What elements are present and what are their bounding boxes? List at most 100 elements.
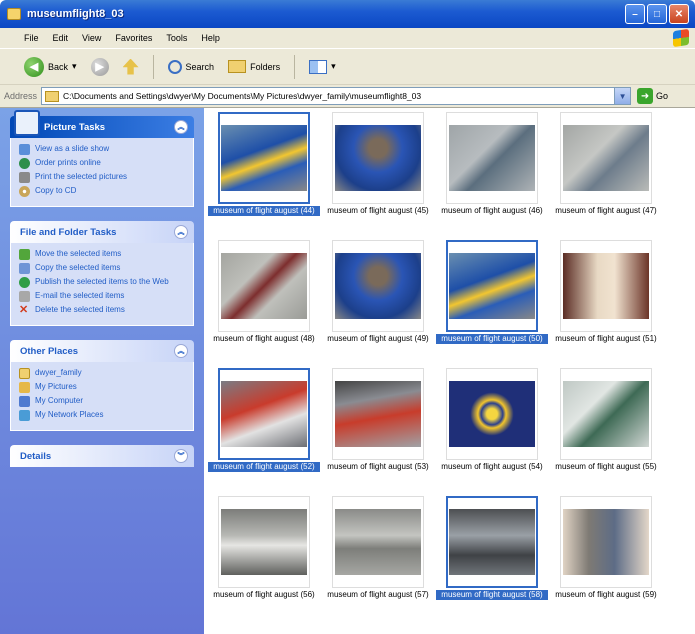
place-dwyer-family[interactable]: dwyer_family	[19, 368, 185, 379]
thumbnail-frame	[218, 240, 310, 332]
thumbnail-item[interactable]: museum of flight august (47)	[550, 112, 662, 216]
thumbnail-item[interactable]: museum of flight august (46)	[436, 112, 548, 216]
go-button[interactable]: ➜ Go	[637, 88, 668, 104]
folder-icon	[45, 90, 60, 102]
place-my-pictures[interactable]: My Pictures	[19, 382, 185, 393]
task-copy-items[interactable]: Copy the selected items	[19, 263, 185, 274]
thumbnail-item[interactable]: museum of flight august (55)	[550, 368, 662, 472]
task-label: Move the selected items	[35, 249, 122, 258]
menu-edit[interactable]: Edit	[53, 33, 69, 43]
task-view-slideshow[interactable]: View as a slide show	[19, 144, 185, 155]
task-delete-items[interactable]: ✕ Delete the selected items	[19, 305, 185, 316]
thumbnail-label: museum of flight august (45)	[327, 206, 429, 215]
back-dropdown-icon[interactable]: ▾	[72, 61, 77, 72]
pictures-folder-icon	[19, 382, 30, 393]
menu-help[interactable]: Help	[201, 33, 220, 43]
task-label: Copy to CD	[35, 186, 77, 195]
back-button[interactable]: ◀ Back ▾	[20, 55, 81, 79]
address-bar: Address C:\Documents and Settings\dwyer\…	[0, 84, 695, 108]
address-input[interactable]: C:\Documents and Settings\dwyer\My Docum…	[41, 87, 632, 105]
menu-favorites[interactable]: Favorites	[115, 33, 152, 43]
other-places-header[interactable]: Other Places ︽	[10, 340, 194, 362]
menu-view[interactable]: View	[82, 33, 101, 43]
picture-tasks-icon	[14, 110, 40, 136]
task-label: Delete the selected items	[35, 305, 125, 314]
slideshow-icon	[19, 144, 30, 155]
picture-tasks-header[interactable]: Picture Tasks ︽	[10, 110, 194, 138]
task-print-pictures[interactable]: Print the selected pictures	[19, 172, 185, 183]
place-my-network[interactable]: My Network Places	[19, 410, 185, 421]
toolbar: ◀ Back ▾ ▶ Search Folders ▾	[0, 48, 695, 84]
task-label: Copy the selected items	[35, 263, 121, 272]
move-icon	[19, 249, 30, 260]
thumbnail-image	[449, 381, 535, 447]
views-button[interactable]: ▾	[305, 58, 340, 76]
collapse-icon[interactable]: ︽	[174, 344, 188, 358]
views-icon	[309, 59, 328, 74]
search-button[interactable]: Search	[164, 58, 219, 76]
task-order-prints[interactable]: Order prints online	[19, 158, 185, 169]
thumbnail-frame	[218, 112, 310, 204]
thumbnail-item[interactable]: museum of flight august (57)	[322, 496, 434, 600]
menu-file[interactable]: File	[24, 33, 39, 43]
thumbnail-label: museum of flight august (56)	[213, 590, 315, 599]
task-copy-cd[interactable]: Copy to CD	[19, 186, 185, 197]
thumbnail-image	[335, 125, 421, 191]
menu-bar: File Edit View Favorites Tools Help	[0, 28, 695, 48]
menu-tools[interactable]: Tools	[166, 33, 187, 43]
thumbnail-item[interactable]: museum of flight august (44)	[208, 112, 320, 216]
thumbnail-frame	[446, 368, 538, 460]
thumbnail-label: museum of flight august (53)	[327, 462, 429, 471]
window-controls: – □ ✕	[625, 4, 689, 24]
picture-tasks-panel: Picture Tasks ︽ View as a slide show Ord…	[10, 110, 194, 207]
task-publish-web[interactable]: Publish the selected items to the Web	[19, 277, 185, 288]
thumbnail-item[interactable]: museum of flight august (52)	[208, 368, 320, 472]
thumbnail-image	[563, 509, 649, 575]
address-dropdown-button[interactable]: ▼	[614, 88, 631, 104]
place-my-computer[interactable]: My Computer	[19, 396, 185, 407]
collapse-icon[interactable]: ︽	[174, 120, 188, 134]
thumbnail-label: museum of flight august (49)	[327, 334, 429, 343]
thumbnail-item[interactable]: museum of flight august (56)	[208, 496, 320, 600]
back-arrow-icon: ◀	[24, 56, 44, 77]
thumbnail-image	[449, 253, 535, 319]
thumbnail-item[interactable]: museum of flight august (58)	[436, 496, 548, 600]
forward-button[interactable]: ▶	[87, 56, 113, 78]
thumbnail-label: museum of flight august (50)	[436, 334, 548, 344]
task-label: E-mail the selected items	[35, 291, 125, 300]
up-folder-button[interactable]	[119, 57, 143, 77]
thumbnail-image	[449, 125, 535, 191]
file-folder-tasks-title: File and Folder Tasks	[20, 226, 117, 238]
thumbnail-item[interactable]: museum of flight august (59)	[550, 496, 662, 600]
expand-icon[interactable]: ︾	[174, 449, 188, 463]
collapse-icon[interactable]: ︽	[174, 225, 188, 239]
task-label: View as a slide show	[35, 144, 110, 153]
maximize-button[interactable]: □	[647, 4, 667, 24]
picture-tasks-title: Picture Tasks	[44, 121, 106, 133]
thumbnail-item[interactable]: museum of flight august (49)	[322, 240, 434, 344]
thumbnail-item[interactable]: museum of flight august (48)	[208, 240, 320, 344]
thumbnail-frame	[560, 240, 652, 332]
thumbnail-frame	[560, 112, 652, 204]
printer-icon	[19, 172, 30, 183]
file-folder-tasks-header[interactable]: File and Folder Tasks ︽	[10, 221, 194, 243]
other-places-body: dwyer_family My Pictures My Computer My …	[10, 362, 194, 431]
thumbnail-label: museum of flight august (54)	[441, 462, 543, 471]
task-email-items[interactable]: E-mail the selected items	[19, 291, 185, 302]
minimize-button[interactable]: –	[625, 4, 645, 24]
thumbnail-item[interactable]: museum of flight august (50)	[436, 240, 548, 344]
details-header[interactable]: Details ︾	[10, 445, 194, 467]
address-label: Address	[4, 91, 38, 101]
title-bar[interactable]: museumflight8_03 – □ ✕	[0, 0, 695, 28]
thumbnail-item[interactable]: museum of flight august (45)	[322, 112, 434, 216]
toolbar-separator	[294, 54, 296, 79]
thumbnail-frame	[332, 496, 424, 588]
thumbnail-item[interactable]: museum of flight august (51)	[550, 240, 662, 344]
folders-button[interactable]: Folders	[224, 58, 284, 75]
task-move-items[interactable]: Move the selected items	[19, 249, 185, 260]
thumbnail-item[interactable]: museum of flight august (53)	[322, 368, 434, 472]
close-button[interactable]: ✕	[669, 4, 689, 24]
thumbnail-view[interactable]: museum of flight august (44) museum of fl…	[204, 108, 695, 634]
thumbnail-frame	[560, 496, 652, 588]
thumbnail-item[interactable]: museum of flight august (54)	[436, 368, 548, 472]
